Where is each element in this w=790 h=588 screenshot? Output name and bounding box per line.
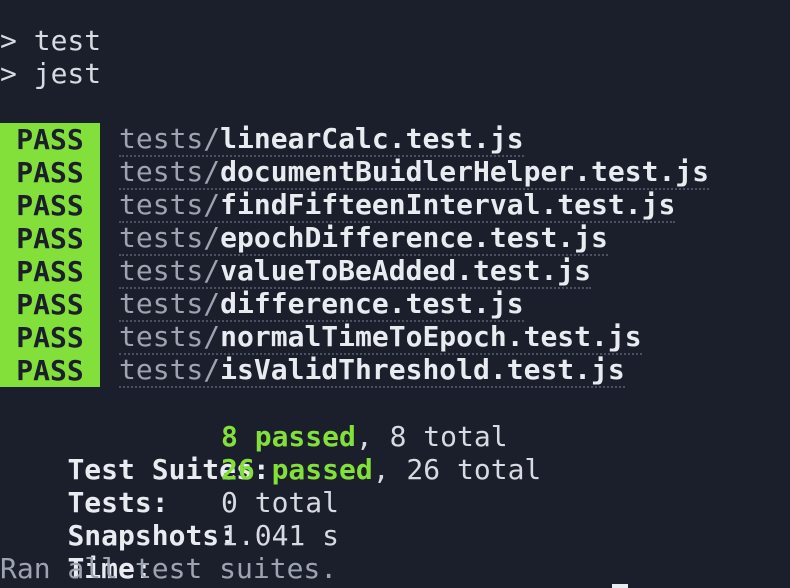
test-result-row: PASS tests/valueToBeAdded.test.js xyxy=(0,254,592,289)
total-count: , 26 total xyxy=(372,453,542,486)
test-file-path: tests/difference.test.js xyxy=(119,287,524,322)
test-file-path: tests/isValidThreshold.test.js xyxy=(119,353,625,388)
test-result-row: PASS tests/difference.test.js xyxy=(0,287,524,322)
test-dir: tests/ xyxy=(119,188,221,221)
passed-count: 26 passed xyxy=(221,453,373,486)
test-result-row: PASS tests/normalTimeToEpoch.test.js xyxy=(0,320,642,355)
test-result-row: PASS tests/epochDifference.test.js xyxy=(0,221,608,256)
test-file-path: tests/findFifteenInterval.test.js xyxy=(119,188,676,223)
footer-message: Ran all test suites. xyxy=(0,552,338,585)
test-file-path: tests/documentBuidlerHelper.test.js xyxy=(119,155,710,190)
test-file-name: isValidThreshold.test.js xyxy=(220,353,625,386)
test-file-name: valueToBeAdded.test.js xyxy=(220,254,592,287)
test-file-path: tests/valueToBeAdded.test.js xyxy=(119,254,592,289)
pass-badge: PASS xyxy=(0,222,100,255)
test-result-row: PASS tests/findFifteenInterval.test.js xyxy=(0,188,676,223)
summary-test-suites: Test Suites: 8 passed, 8 total xyxy=(0,420,790,486)
summary-tests: Tests: 26 passed, 26 total xyxy=(0,453,790,519)
test-file-path: tests/linearCalc.test.js xyxy=(119,122,524,157)
summary-value: 8 passed, 8 total xyxy=(221,420,508,453)
test-file-name: linearCalc.test.js xyxy=(220,122,524,155)
pass-badge: PASS xyxy=(0,288,100,321)
test-dir: tests/ xyxy=(119,353,221,386)
pass-badge: PASS xyxy=(0,354,100,387)
pass-badge: PASS xyxy=(0,123,100,156)
passed-count: 8 passed xyxy=(221,420,356,453)
pass-badge: PASS xyxy=(0,255,100,288)
test-dir: tests/ xyxy=(119,155,221,188)
test-file-name: documentBuidlerHelper.test.js xyxy=(220,155,710,188)
pass-badge: PASS xyxy=(0,156,100,189)
summary-value: 26 passed, 26 total xyxy=(221,453,541,486)
test-result-row: PASS tests/linearCalc.test.js xyxy=(0,122,524,157)
pass-badge: PASS xyxy=(0,321,100,354)
test-file-name: normalTimeToEpoch.test.js xyxy=(220,320,642,353)
summary-snapshots: Snapshots: 0 total xyxy=(0,486,790,552)
test-file-name: epochDifference.test.js xyxy=(220,221,608,254)
test-dir: tests/ xyxy=(119,320,221,353)
test-dir: tests/ xyxy=(119,122,221,155)
summary-time: Time: 1.041 s xyxy=(0,519,790,585)
command-line-jest: > jest xyxy=(0,57,102,90)
test-file-path: tests/epochDifference.test.js xyxy=(119,221,608,256)
test-dir: tests/ xyxy=(119,254,221,287)
pass-badge: PASS xyxy=(0,189,100,222)
test-dir: tests/ xyxy=(119,287,221,320)
test-result-row: PASS tests/documentBuidlerHelper.test.js xyxy=(0,155,710,190)
test-file-name: difference.test.js xyxy=(220,287,524,320)
total-count: , 8 total xyxy=(355,420,508,453)
test-file-path: tests/normalTimeToEpoch.test.js xyxy=(119,320,642,355)
summary-value: 0 total xyxy=(221,486,340,519)
cursor-icon xyxy=(612,584,628,588)
command-line-test: > test xyxy=(0,24,102,57)
test-file-name: findFifteenInterval.test.js xyxy=(220,188,676,221)
terminal-window[interactable]: > test > jest PASS tests/linearCalc.test… xyxy=(0,0,790,588)
test-result-row: PASS tests/isValidThreshold.test.js xyxy=(0,353,625,388)
test-dir: tests/ xyxy=(119,221,221,254)
summary-value: 1.041 s xyxy=(221,519,340,552)
